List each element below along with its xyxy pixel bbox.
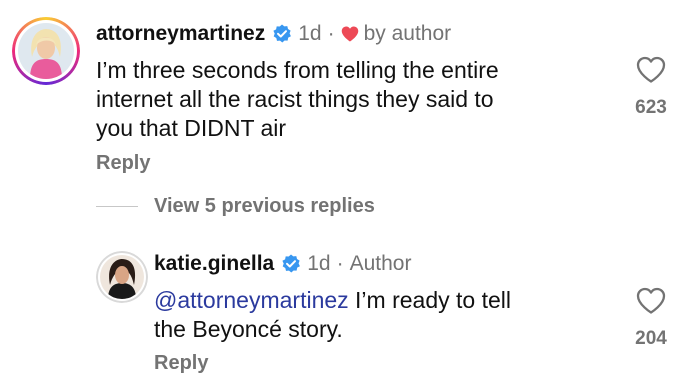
liked-by-author-label: by author <box>363 22 452 45</box>
divider-line <box>96 206 138 207</box>
reply-button[interactable]: Reply <box>154 352 208 375</box>
mention-link[interactable]: @attorneymartinez <box>154 287 349 313</box>
reply-header: katie.ginella 1d · Author <box>154 252 411 276</box>
view-replies-label: View 5 previous replies <box>154 195 375 217</box>
separator-dot: · <box>336 252 344 275</box>
comment-text-line: internet all the racist things they said… <box>96 86 494 112</box>
timestamp: 1d <box>307 252 331 275</box>
username[interactable]: katie.ginella <box>154 252 274 276</box>
reply-button[interactable]: Reply <box>96 152 150 175</box>
comment-header: attorneymartinez 1d · by author <box>96 22 451 46</box>
reply-text-fragment: I’m ready to tell <box>348 287 511 313</box>
author-label: Author <box>349 252 412 275</box>
reply-text-line: the Beyoncé story. <box>154 316 343 342</box>
comment-text-line: I’m three seconds from telling the entir… <box>96 57 499 83</box>
view-previous-replies-button[interactable]: View 5 previous replies <box>96 195 375 218</box>
comment-text-line: you that DIDNT air <box>96 115 287 141</box>
like-count: 623 <box>635 97 667 118</box>
avatar-attorneymartinez[interactable] <box>12 17 80 85</box>
reply-text-line: @attorneymartinez I’m ready to tell <box>154 286 511 315</box>
like-count: 204 <box>635 328 667 349</box>
separator-dot: · <box>327 22 335 45</box>
like-heart-icon[interactable] <box>636 287 666 315</box>
timestamp: 1d <box>298 22 322 45</box>
reply-text: @attorneymartinez I’m ready to tell the … <box>154 286 511 344</box>
comment-text: I’m three seconds from telling the entir… <box>96 56 499 143</box>
like-heart-icon[interactable] <box>636 56 666 84</box>
verified-badge-icon <box>273 24 292 43</box>
username[interactable]: attorneymartinez <box>96 22 265 46</box>
avatar-katie-ginella[interactable] <box>96 251 148 303</box>
heart-icon <box>341 26 358 42</box>
verified-badge-icon <box>282 254 301 273</box>
